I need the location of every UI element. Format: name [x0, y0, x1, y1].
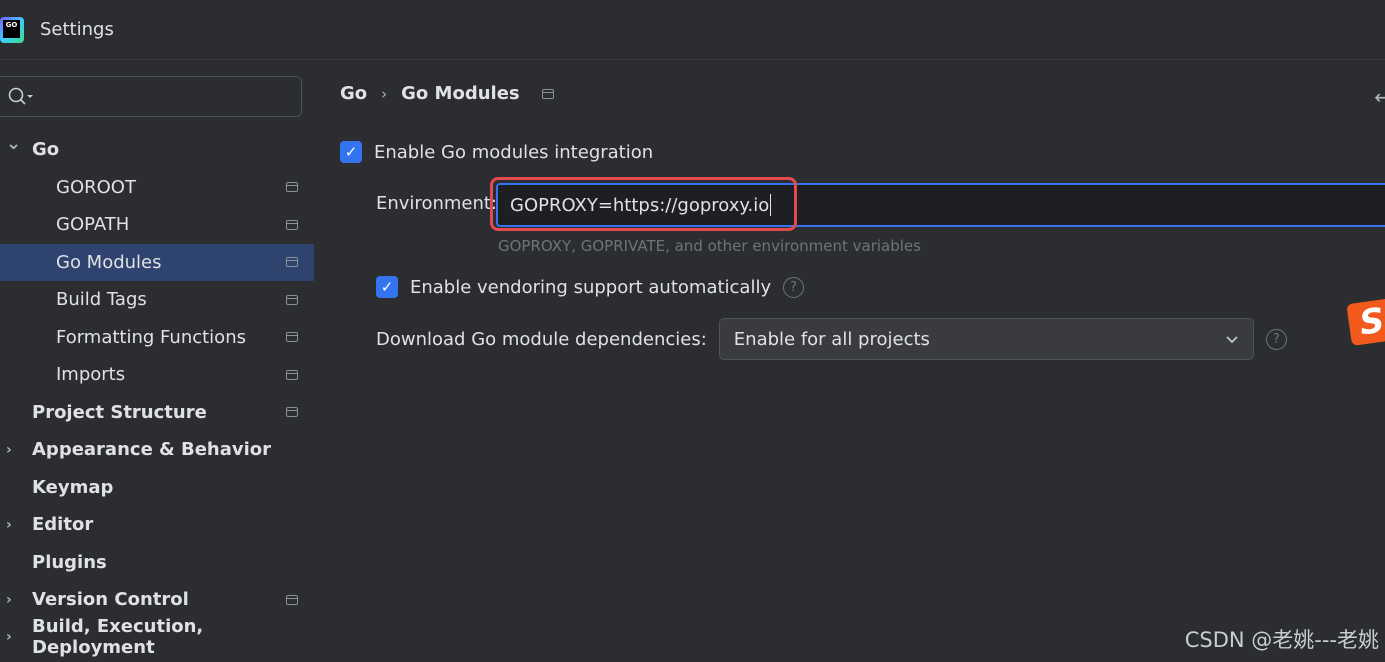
sidebar-item-appearance-behavior[interactable]: › Appearance & Behavior — [0, 431, 314, 469]
sidebar-item-build-tags[interactable]: Build Tags — [0, 281, 314, 319]
back-arrow-icon[interactable]: ← — [1374, 85, 1385, 109]
breadcrumb-current: Go Modules — [401, 83, 520, 104]
sidebar-item-plugins[interactable]: Plugins — [0, 544, 314, 582]
sidebar-item-version-control[interactable]: › Version Control — [0, 581, 314, 619]
vendoring-row: ✓ Enable vendoring support automatically… — [376, 276, 805, 298]
enable-modules-checkbox[interactable]: ✓ — [340, 141, 362, 163]
sidebar-item-keymap[interactable]: Keymap — [0, 469, 314, 507]
sidebar-item-label: Editor — [32, 514, 94, 536]
sidebar: ⌄ Go GOROOT GOPATH Go Modules Build Tags Forma… — [0, 61, 314, 662]
sidebar-item-gopath[interactable]: GOPATH — [0, 206, 314, 244]
help-icon[interactable]: ? — [783, 276, 805, 298]
highlight-annotation — [490, 177, 797, 231]
sidebar-item-label: GOROOT — [56, 176, 136, 198]
sidebar-item-project-structure[interactable]: Project Structure — [0, 394, 314, 432]
sidebar-item-build-execution-deployment[interactable]: › Build, Execution, Deployment — [0, 616, 314, 659]
vendoring-label: Enable vendoring support automatically — [410, 276, 772, 298]
main-panel: Go › Go Modules ← ✓ Enable Go modules in… — [314, 61, 1385, 662]
sidebar-item-label: Imports — [56, 364, 126, 386]
download-dependencies-select[interactable]: Enable for all projects — [718, 318, 1254, 360]
search-input[interactable] — [0, 76, 302, 117]
sidebar-item-label: Formatting Functions — [56, 326, 246, 348]
sidebar-item-label: Version Control — [32, 589, 189, 611]
sidebar-item-label: Appearance & Behavior — [32, 439, 272, 461]
sidebar-item-go-modules[interactable]: Go Modules — [0, 243, 314, 281]
enable-modules-row: ✓ Enable Go modules integration — [340, 141, 653, 163]
download-select-value: Enable for all projects — [733, 328, 930, 350]
help-icon[interactable]: ? — [1265, 328, 1287, 350]
sidebar-item-label: Project Structure — [32, 401, 207, 423]
breadcrumb: Go › Go Modules — [340, 83, 554, 104]
sidebar-item-go[interactable]: ⌄ Go — [0, 131, 314, 169]
project-level-icon — [286, 332, 298, 343]
project-level-icon — [286, 407, 298, 418]
title-bar: Settings — [0, 0, 1385, 60]
project-level-icon — [286, 182, 298, 193]
chevron-right-icon[interactable]: › — [6, 592, 12, 608]
sidebar-item-goroot[interactable]: GOROOT — [0, 169, 314, 207]
sogou-ime-icon[interactable]: S — [1346, 298, 1385, 346]
project-level-icon — [286, 257, 298, 268]
sidebar-item-label: Go Modules — [56, 251, 162, 273]
environment-label-text: Environment: — [376, 193, 497, 214]
sidebar-item-label: Keymap — [32, 476, 114, 498]
chevron-down-icon[interactable]: ⌄ — [6, 133, 21, 154]
download-row: Download Go module dependencies: Enable … — [376, 318, 1287, 360]
chevron-down-icon — [1226, 336, 1238, 344]
project-level-icon — [286, 219, 298, 230]
project-level-icon — [286, 594, 298, 605]
sidebar-item-imports[interactable]: Imports — [0, 356, 314, 394]
environment-label: Environment: — [376, 193, 497, 214]
breadcrumb-separator: › — [381, 84, 388, 103]
download-label: Download Go module dependencies: — [376, 328, 707, 350]
environment-hint: GOPROXY, GOPRIVATE, and other environmen… — [498, 237, 921, 255]
sidebar-item-label: Go — [32, 139, 60, 161]
vendoring-checkbox[interactable]: ✓ — [376, 276, 398, 298]
project-level-icon — [286, 369, 298, 380]
search-icon — [8, 87, 33, 105]
project-level-icon — [286, 294, 298, 305]
sidebar-item-formatting-functions[interactable]: Formatting Functions — [0, 319, 314, 357]
sidebar-item-label: Plugins — [32, 551, 107, 573]
project-level-icon — [541, 88, 554, 99]
goland-logo-icon — [0, 16, 24, 43]
sidebar-item-editor[interactable]: › Editor — [0, 506, 314, 544]
watermark: CSDN @老姚---老姚 — [1184, 628, 1379, 652]
chevron-right-icon[interactable]: › — [6, 629, 12, 645]
sidebar-item-label: GOPATH — [56, 214, 130, 236]
enable-modules-label: Enable Go modules integration — [374, 141, 654, 163]
chevron-right-icon[interactable]: › — [6, 517, 12, 533]
window-title: Settings — [40, 19, 114, 40]
breadcrumb-go[interactable]: Go — [340, 83, 367, 104]
sidebar-item-label: Build Tags — [56, 289, 147, 311]
chevron-right-icon[interactable]: › — [6, 442, 12, 458]
sidebar-item-label: Build, Execution, Deployment — [32, 616, 204, 659]
settings-tree: ⌄ Go GOROOT GOPATH Go Modules Build Tags Forma… — [0, 131, 314, 659]
